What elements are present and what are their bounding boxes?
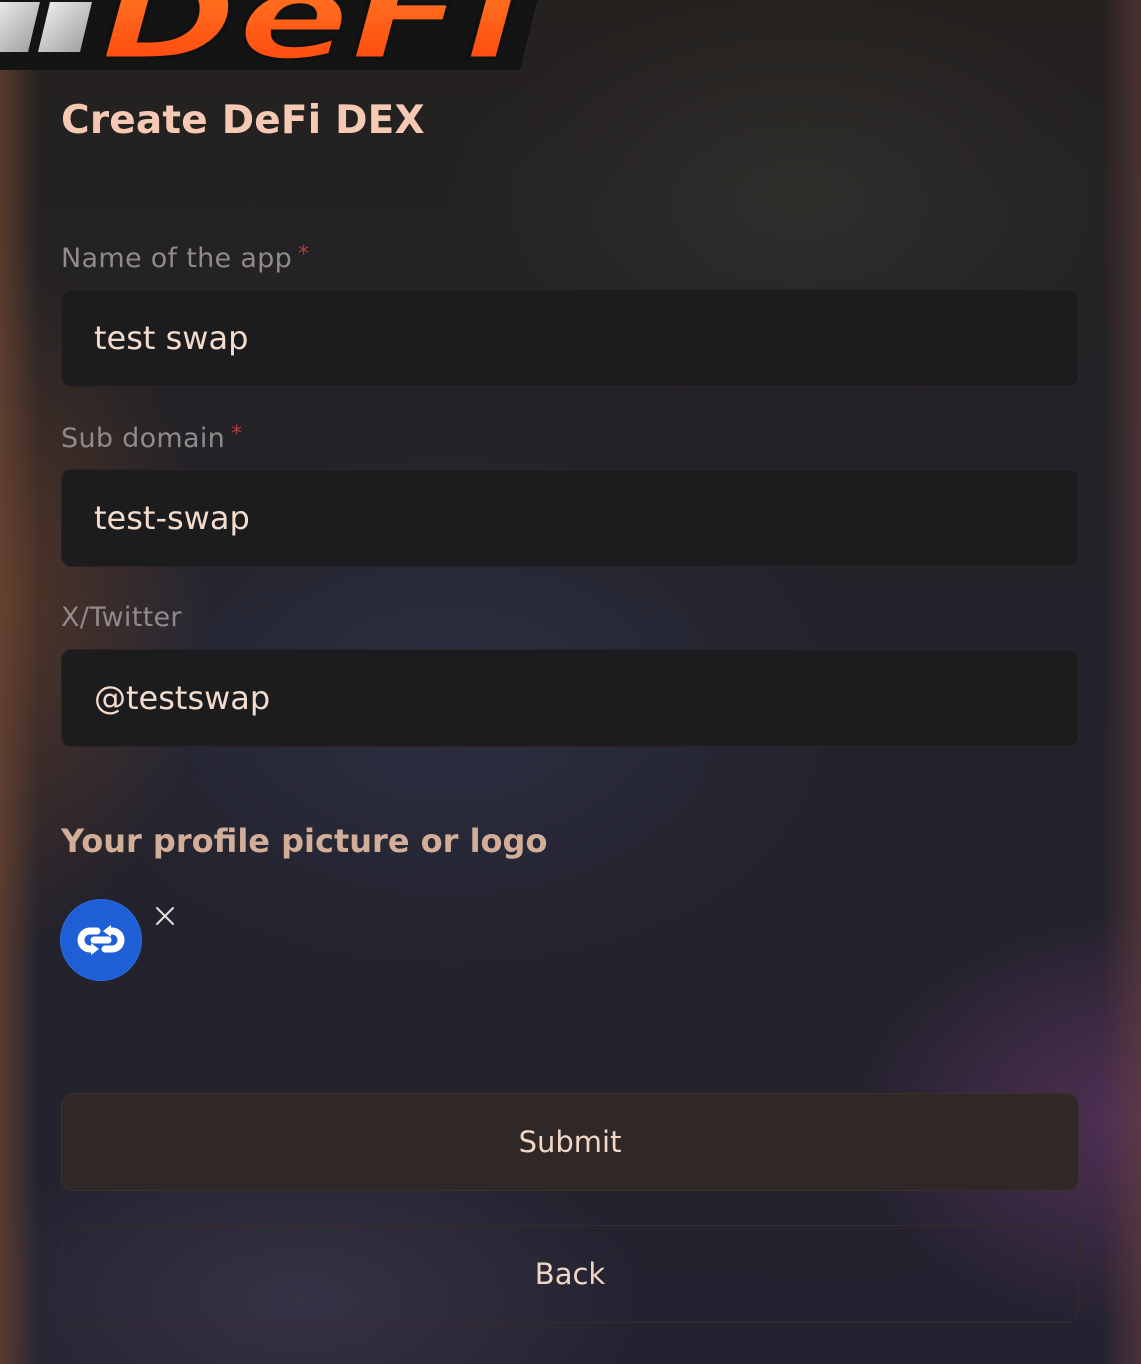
twitter-label: X/Twitter	[61, 602, 182, 633]
page-title: Create DeFi DEX	[61, 98, 425, 143]
svg-text:DeFi: DeFi	[100, 0, 523, 72]
required-marker: *	[231, 422, 243, 447]
sub-domain-input[interactable]	[61, 469, 1079, 567]
back-button[interactable]: Back	[61, 1225, 1079, 1323]
uploaded-logo-avatar	[61, 900, 141, 980]
app-name-label-text: Name of the app	[61, 243, 293, 274]
link-swap-icon	[77, 925, 125, 955]
required-marker: *	[298, 242, 310, 267]
app-name-input[interactable]	[61, 289, 1079, 387]
defi-logo: DeFi	[0, 0, 538, 72]
twitter-label-text: X/Twitter	[61, 602, 182, 633]
background-glow-left	[0, 0, 40, 1364]
create-dex-page: DeFi Create DeFi DEX Name of the app* Su…	[0, 0, 1141, 1364]
app-name-label: Name of the app *	[61, 242, 309, 274]
sub-domain-label-text: Sub domain	[61, 423, 226, 454]
close-icon	[156, 907, 174, 925]
remove-logo-button[interactable]	[152, 903, 178, 929]
twitter-input[interactable]	[61, 649, 1079, 747]
submit-button[interactable]: Submit	[61, 1093, 1079, 1191]
sub-domain-label: Sub domain *	[61, 422, 242, 454]
logo-section-heading: Your profile picture or logo	[61, 822, 548, 860]
background-glow-right	[1101, 0, 1141, 1364]
